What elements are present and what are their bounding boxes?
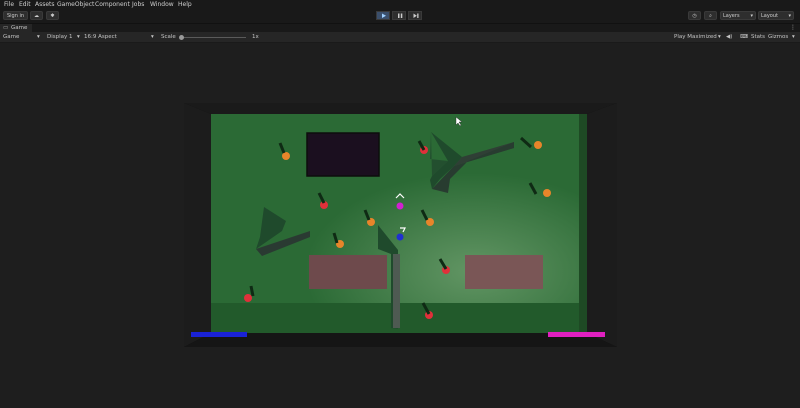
center-pillar-face	[393, 254, 400, 328]
menu-window[interactable]: Window	[150, 1, 174, 8]
chevron-down-icon: ▾	[77, 34, 80, 40]
layers-dropdown[interactable]: Layers ▾	[720, 11, 756, 20]
history-icon[interactable]: ◷	[688, 11, 701, 20]
scale-value: 1x	[252, 34, 259, 40]
tab-bar: ▭ Game ⋮	[0, 24, 800, 32]
play-mode-dropdown[interactable]: Play Maximized	[674, 34, 717, 40]
menu-bar: File Edit Assets GameObject Component Jo…	[0, 0, 800, 9]
chevron-down-icon: ▾	[750, 13, 753, 19]
arena-wall-left	[184, 103, 211, 347]
search-icon[interactable]: ⌕	[704, 11, 717, 20]
orange-enemy	[534, 141, 542, 149]
orange-enemy	[543, 189, 551, 197]
layers-label: Layers	[723, 13, 740, 19]
right-shadow	[579, 114, 587, 333]
chevron-down-icon: ▾	[792, 34, 795, 40]
mute-audio-icon[interactable]: ◀)	[726, 34, 732, 40]
menu-assets[interactable]: Assets	[35, 1, 55, 8]
cloud-icon[interactable]: ☁	[30, 11, 43, 20]
pause-icon	[398, 13, 403, 18]
menu-edit[interactable]: Edit	[19, 1, 31, 8]
menu-component[interactable]: Component	[95, 1, 130, 8]
dark-pit	[306, 132, 380, 177]
step-button[interactable]	[408, 11, 422, 20]
scale-slider-handle[interactable]	[179, 35, 184, 40]
toolbar: Sign in ☁ ✱ ◷ ⌕ Layers ▾ Layout ▾	[0, 9, 800, 24]
player-magenta	[396, 202, 404, 210]
pink-pad-left	[309, 255, 387, 289]
scale-slider-track[interactable]	[182, 37, 246, 38]
game-scene	[184, 103, 617, 347]
scale-label: Scale	[161, 34, 176, 40]
chevron-down-icon: ▾	[788, 13, 791, 19]
layout-label: Layout	[761, 13, 778, 19]
game-view-bar: Game ▾ Display 1 ▾ 16:9 Aspect ▾ Scale 1…	[0, 32, 800, 43]
tab-game[interactable]: ▭ Game	[0, 24, 32, 32]
pause-button[interactable]	[392, 11, 406, 20]
aspect-dropdown[interactable]: 16:9 Aspect	[84, 34, 117, 40]
magenta-health-bar	[548, 332, 605, 337]
menu-jobs[interactable]: Jobs	[132, 1, 144, 8]
tab-game-label: Game	[11, 25, 28, 31]
red-enemy	[244, 294, 252, 302]
arena-wall-right	[587, 103, 617, 347]
pink-pad-right	[465, 255, 543, 289]
step-icon	[413, 13, 419, 18]
chevron-down-icon: ▾	[37, 34, 40, 40]
collab-icon[interactable]: ✱	[46, 11, 59, 20]
play-controls	[376, 11, 422, 20]
mode-dropdown[interactable]: Game	[3, 34, 19, 40]
play-button[interactable]	[376, 11, 390, 20]
shortcuts-icon[interactable]: ⌨	[740, 34, 748, 40]
layout-dropdown[interactable]: Layout ▾	[758, 11, 794, 20]
menu-file[interactable]: File	[4, 1, 14, 8]
menu-gameobject[interactable]: GameObject	[57, 1, 94, 8]
blue-health-bar	[191, 332, 247, 337]
chevron-down-icon: ▾	[718, 34, 721, 40]
display-dropdown[interactable]: Display 1	[47, 34, 73, 40]
play-icon	[382, 13, 386, 18]
player-blue	[396, 233, 404, 241]
stats-toggle[interactable]: Stats	[751, 34, 765, 40]
menu-help[interactable]: Help	[178, 1, 192, 8]
red-enemy-shadow	[249, 285, 255, 297]
more-icon[interactable]: ⋮	[790, 24, 796, 31]
chevron-down-icon: ▾	[151, 34, 154, 40]
arena-wall-top	[184, 103, 617, 114]
gamepad-icon: ▭	[3, 25, 9, 31]
gizmos-toggle[interactable]: Gizmos	[768, 34, 788, 40]
sign-in-button[interactable]: Sign in	[3, 11, 28, 20]
